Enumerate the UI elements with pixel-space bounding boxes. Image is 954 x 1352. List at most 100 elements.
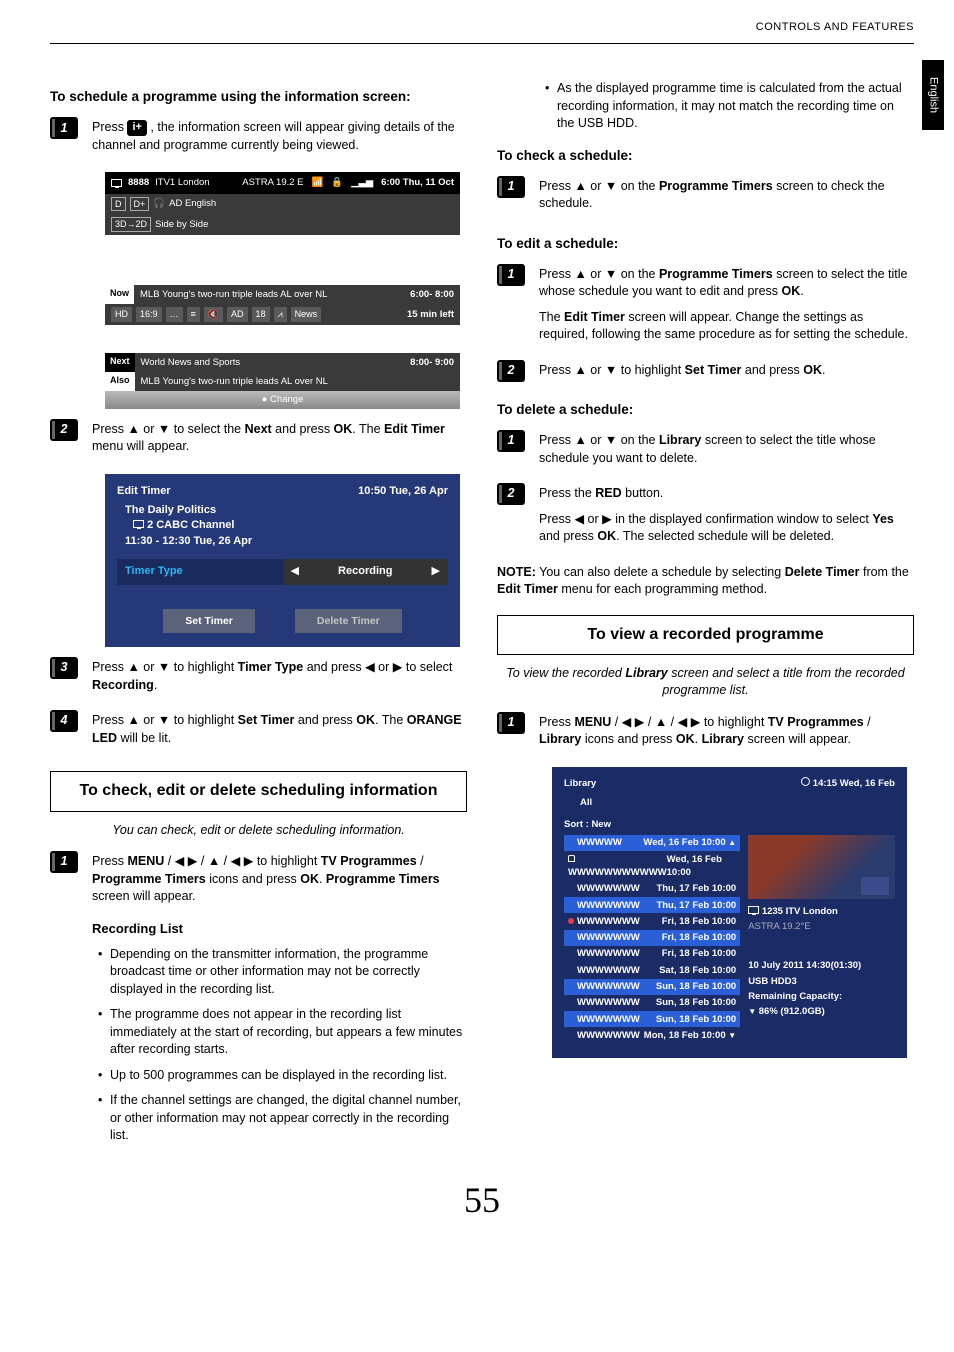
next-title: World News and Sports <box>141 356 241 369</box>
step-number: 1 <box>497 712 525 734</box>
ok-label: OK <box>782 284 801 298</box>
left-arrow-icon: ◀ <box>574 512 584 526</box>
detail-hdd: USB HDD3 <box>748 976 797 987</box>
detail-capacity-label: Remaining Capacity: <box>748 991 842 1002</box>
text: on the <box>617 433 659 447</box>
down-arrow-icon: ▼ <box>158 422 170 436</box>
detail-rec-time: 10 July 2011 14:30(01:30) <box>748 960 861 971</box>
time-left-label: 15 min left <box>407 308 454 321</box>
edit-timer-figure: Edit Timer 10:50 Tue, 26 Apr The Daily P… <box>105 474 460 648</box>
text: and press <box>294 713 356 727</box>
bullet-item: Depending on the transmitter information… <box>98 946 467 999</box>
library-list: WWWWWWed, 16 Feb 10:00 ▲WWWWWWWWWWWWed, … <box>564 835 740 1044</box>
library-row[interactable]: WWWWWWWThu, 17 Feb 10:00 <box>564 897 740 913</box>
text: Press <box>539 363 574 377</box>
aspect-chip: 16:9 <box>136 307 162 322</box>
text: icons and press <box>581 732 676 746</box>
teletext-icon: ≡ <box>187 307 200 322</box>
left-arrow-icon: ◀ <box>678 715 688 729</box>
tv-icon <box>133 520 144 528</box>
library-row[interactable]: WWWWWWWSun, 18 Feb 10:00 <box>564 995 740 1011</box>
recording-list-heading: Recording List <box>92 920 467 938</box>
signal-bars-icon: ▁▃▅ <box>351 176 373 189</box>
library-row[interactable]: WWWWWWWSat, 18 Feb 10:00 <box>564 962 740 978</box>
delete-timer-button[interactable]: Delete Timer <box>295 609 402 634</box>
step-text: Press the RED button. Press ◀ or ▶ in th… <box>539 483 914 554</box>
text: and press <box>272 422 334 436</box>
thumbnail-image <box>748 835 895 899</box>
information-screen-figure: 8888 ITV1 London ASTRA 19.2 E 📶 🔒 ▁▃▅ 6:… <box>105 172 460 408</box>
text: Press <box>539 715 574 729</box>
up-arrow-icon: ▲ <box>655 715 667 729</box>
text: and press <box>539 529 597 543</box>
text: Press <box>92 854 127 868</box>
left-arrow-icon: ◀ <box>622 715 632 729</box>
down-arrow-icon: ▼ <box>605 267 617 281</box>
library-label: Library <box>659 433 701 447</box>
text: Press <box>539 512 574 526</box>
text: Press <box>539 267 574 281</box>
red-button-label: RED <box>595 486 621 500</box>
library-details: 1235 ITV London ASTRA 19.2°E 10 July 201… <box>748 835 895 1044</box>
library-label: Library <box>625 666 667 680</box>
bullet-item: Up to 500 programmes can be displayed in… <box>98 1067 467 1085</box>
3d-sbs-label: Side by Side <box>155 218 208 231</box>
library-row[interactable]: WWWWWWWFri, 18 Feb 10:00 <box>564 946 740 962</box>
delete-timer-label: Delete Timer <box>785 565 860 579</box>
ad-chip: AD <box>227 307 248 322</box>
step-number: 3 <box>50 657 78 679</box>
library-row[interactable]: WWWWWWWSun, 18 Feb 10:00 <box>564 1011 740 1027</box>
time-range-label: 11:30 - 12:30 Tue, 26 Apr <box>117 534 448 549</box>
up-arrow-icon: ▲ <box>127 422 139 436</box>
left-arrow-icon: ◀ <box>231 854 241 868</box>
text: menu will appear. <box>92 439 189 453</box>
tv-icon <box>111 179 122 187</box>
heading-schedule-info: To schedule a programme using the inform… <box>50 88 467 107</box>
step-text: Press MENU / ◀ ▶ / ▲ / ◀ ▶ to highlight … <box>92 851 467 1153</box>
set-timer-button[interactable]: Set Timer <box>163 609 255 634</box>
right-arrow-icon: ▶ <box>691 715 701 729</box>
text: . <box>822 363 825 377</box>
down-arrow-icon: ▼ <box>605 179 617 193</box>
recording-value: Recording <box>338 564 392 579</box>
step-number: 4 <box>50 710 78 732</box>
library-row[interactable]: WWWWWWWFri, 18 Feb 10:00 <box>564 930 740 946</box>
clock-label: 6:00 Thu, 11 Oct <box>381 176 454 189</box>
header-section-label: CONTROLS AND FEATURES <box>50 20 914 35</box>
text: to highlight <box>170 660 237 674</box>
right-arrow-icon: ▶ <box>635 715 645 729</box>
headphone-icon: 🎧 <box>153 197 165 210</box>
mute-icon: 🔇 <box>204 307 223 322</box>
library-clock: 14:15 Wed, 16 Feb <box>813 778 895 789</box>
text: . <box>695 732 702 746</box>
text: You can also delete a schedule by select… <box>536 565 785 579</box>
text: to highlight <box>253 854 320 868</box>
text: to select the <box>170 422 244 436</box>
library-row[interactable]: WWWWWWWFri, 18 Feb 10:00 <box>564 913 740 929</box>
bullet-list: As the displayed programme time is calcu… <box>539 80 914 133</box>
edit-timer-label: Edit Timer <box>384 422 445 436</box>
library-screen-figure: Library 14:15 Wed, 16 Feb All Sort : New… <box>552 767 907 1058</box>
signal-icon: 📶 <box>312 176 324 189</box>
bullet-item: As the displayed programme time is calcu… <box>545 80 914 133</box>
text: icons and press <box>206 872 301 886</box>
ok-label: OK <box>597 529 616 543</box>
menu-label: MENU <box>574 715 611 729</box>
step-number: 1 <box>50 851 78 873</box>
library-row[interactable]: WWWWWWWThu, 17 Feb 10:00 <box>564 881 740 897</box>
text: Press <box>92 120 127 134</box>
programme-timers-label: Programme Timers <box>326 872 440 886</box>
left-arrow-icon: ◀ <box>291 564 299 579</box>
text: , the information screen will appear giv… <box>92 120 455 152</box>
library-row[interactable]: WWWWWWWSun, 18 Feb 10:00 <box>564 979 740 995</box>
heading-check-schedule: To check a schedule: <box>497 147 914 166</box>
library-row[interactable]: WWWWWWWWWWWWed, 16 Feb 10:00 <box>564 851 740 881</box>
tv-programmes-label: TV Programmes <box>321 854 417 868</box>
category-chip: News <box>291 307 322 322</box>
step-text: Press ▲ or ▼ on the Programme Timers scr… <box>539 176 914 221</box>
language-tab: English <box>922 60 944 130</box>
step-number: 2 <box>497 483 525 505</box>
library-row[interactable]: WWWWWWed, 16 Feb 10:00 ▲ <box>564 835 740 851</box>
text: To view the recorded <box>506 666 625 680</box>
library-row[interactable]: WWWWWWWMon, 18 Feb 10:00 ▼ <box>564 1027 740 1043</box>
